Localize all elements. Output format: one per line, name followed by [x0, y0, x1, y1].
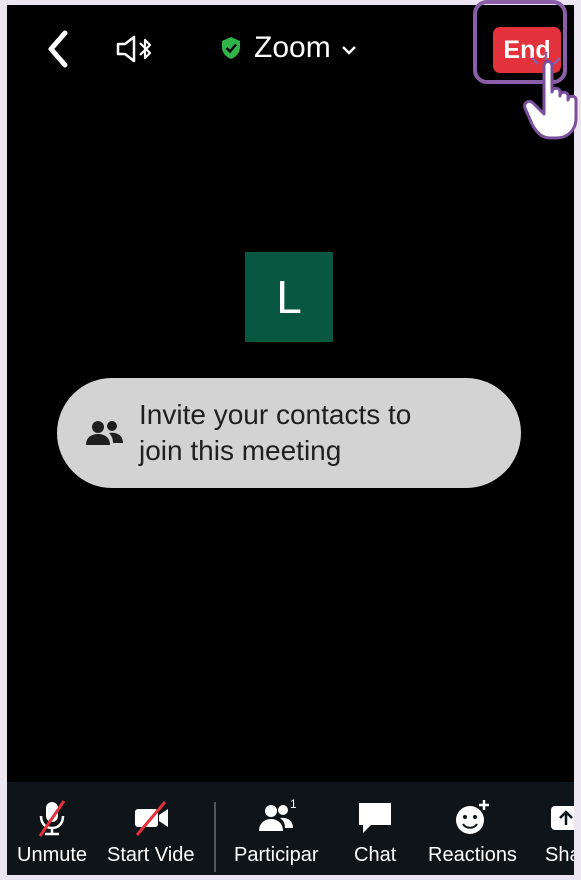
meeting-title-text: Zoom	[254, 31, 331, 64]
chat-button[interactable]: Chat	[354, 798, 396, 867]
unmute-label: Unmute	[17, 844, 88, 866]
start-video-label: Start Vide	[107, 844, 195, 866]
chevron-down-icon	[341, 46, 356, 55]
participants-icon: 1	[259, 798, 296, 831]
reactions-button[interactable]: Reactions	[428, 798, 517, 867]
toolbar-divider	[214, 802, 216, 872]
back-arrow-icon[interactable]	[43, 29, 73, 69]
share-icon	[551, 806, 574, 830]
unmute-button[interactable]: Unmute	[17, 798, 87, 867]
participant-avatar: L	[245, 252, 333, 342]
participants-button[interactable]: 1 Participar	[234, 798, 318, 867]
chat-label: Chat	[354, 844, 397, 866]
reactions-label: Reactions	[428, 844, 517, 866]
meeting-title[interactable]: Zoom	[220, 25, 357, 71]
video-off-icon	[134, 801, 168, 836]
invite-line-1: Invite your contacts to	[139, 399, 412, 430]
share-label: Sha	[545, 844, 574, 866]
invite-line-2: join this meeting	[139, 435, 342, 466]
meeting-toolbar: Unmute Start Vide 1 Participar Chat Reac…	[7, 782, 574, 875]
pointer-hand-icon	[523, 60, 578, 140]
meeting-screen: Zoom End L Invite your contacts to join …	[7, 5, 574, 875]
start-video-button[interactable]: Start Vide	[107, 798, 194, 867]
participants-label: Participar	[234, 844, 319, 866]
chat-icon	[359, 803, 392, 833]
share-button[interactable]: Sha	[545, 798, 574, 867]
mic-muted-icon	[38, 800, 66, 837]
invite-contacts-banner[interactable]: Invite your contacts to join this meetin…	[57, 378, 521, 488]
reactions-icon	[456, 800, 490, 834]
shield-check-icon	[222, 37, 240, 59]
people-icon	[86, 421, 123, 445]
participants-count-badge: 1	[290, 798, 296, 811]
speaker-bluetooth-icon[interactable]	[115, 33, 155, 65]
